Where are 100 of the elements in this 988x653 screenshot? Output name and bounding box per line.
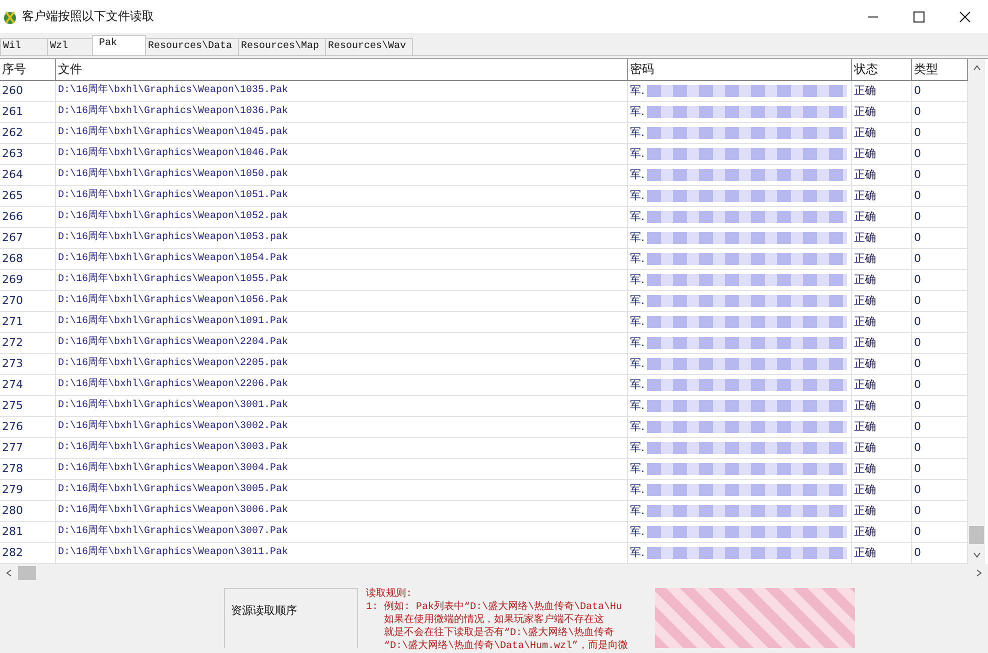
table-cell-text: 军. [630, 125, 644, 141]
table-cell: 正确 [852, 81, 912, 101]
table-cell: D:\16周年\bxhl\Graphics\Weapon\2206.Pak [56, 375, 628, 395]
scroll-left-icon[interactable] [4, 568, 14, 578]
column-header[interactable]: 密码 [628, 59, 852, 80]
vertical-scrollbar[interactable] [968, 59, 985, 564]
table-cell: 正确 [852, 396, 912, 416]
table-cell: 268 [0, 249, 56, 269]
table-cell: 正确 [852, 270, 912, 290]
scroll-down-icon[interactable] [972, 550, 982, 560]
table-cell: D:\16周年\bxhl\Graphics\Weapon\1036.Pak [56, 102, 628, 122]
rule-text: 就是不会在往下读取是否有“D:\盛大网络\热血传奇 [383, 627, 616, 640]
table-cell: 270 [0, 291, 56, 311]
table-cell: 271 [0, 312, 56, 332]
table-cell-text: 军. [630, 272, 644, 288]
table-cell-text: 军. [630, 503, 644, 519]
table-cell-text: 军. [630, 356, 644, 372]
table-cell: 正确 [852, 228, 912, 248]
table-cell: 263 [0, 144, 56, 164]
table-cell: D:\16周年\bxhl\Graphics\Weapon\1045.pak [56, 123, 628, 143]
table-cell: 278 [0, 459, 56, 479]
table-cell-text: 军. [630, 419, 644, 435]
column-header[interactable]: 状态 [852, 59, 912, 80]
table-cell: D:\16周年\bxhl\Graphics\Weapon\3002.Pak [56, 417, 628, 437]
table-cell: 正确 [852, 291, 912, 311]
table-cell: D:\16周年\bxhl\Graphics\Weapon\3001.Pak [56, 396, 628, 416]
table-cell: 272 [0, 333, 56, 353]
scroll-right-icon[interactable] [974, 568, 984, 578]
table-cell: 280 [0, 501, 56, 521]
table-cell: 正确 [852, 102, 912, 122]
table-cell: 267 [0, 228, 56, 248]
table-cell: D:\16周年\bxhl\Graphics\Weapon\3006.Pak [56, 501, 628, 521]
table-cell: 正确 [852, 123, 912, 143]
table-cell: D:\16周年\bxhl\Graphics\Weapon\1053.pak [56, 228, 628, 248]
table-cell: D:\16周年\bxhl\Graphics\Weapon\1055.Pak [56, 270, 628, 290]
table-cell: D:\16周年\bxhl\Graphics\Weapon\3003.Pak [56, 438, 628, 458]
table-cell: D:\16周年\bxhl\Graphics\Weapon\2205.pak [56, 354, 628, 374]
table-cell: D:\16周年\bxhl\Graphics\Weapon\3011.Pak [56, 543, 628, 563]
table-cell: 265 [0, 186, 56, 206]
table-cell-text: 军. [630, 482, 644, 498]
scroll-up-icon[interactable] [972, 63, 982, 73]
table-cell: D:\16周年\bxhl\Graphics\Weapon\1052.pak [56, 207, 628, 227]
table-cell: 274 [0, 375, 56, 395]
rule-text: 如果在使用微端的情况，如果玩家客户端不存在这 [383, 614, 605, 626]
table-cell: 273 [0, 354, 56, 374]
tab[interactable]: Wil [0, 38, 48, 55]
table-cell-text: 军. [630, 188, 644, 204]
column-header[interactable]: 序号 [0, 59, 56, 80]
table-cell: 279 [0, 480, 56, 500]
table-cell-text: 军. [630, 293, 644, 309]
table-cell: D:\16周年\bxhl\Graphics\Weapon\3007.Pak [56, 522, 628, 542]
table-cell-text: 军. [630, 104, 644, 120]
table-cell-text: 军. [630, 461, 644, 477]
table-cell: 正确 [852, 459, 912, 479]
table-cell: 正确 [852, 249, 912, 269]
table-cell-text: 军. [630, 146, 644, 162]
table-cell: 276 [0, 417, 56, 437]
table-cell: 正确 [852, 417, 912, 437]
table-cell: D:\16周年\bxhl\Graphics\Weapon\1051.Pak [56, 186, 628, 206]
table-cell-text: 军. [630, 440, 644, 456]
tab[interactable]: Resources\Wav [325, 38, 414, 55]
table-cell: 264 [0, 165, 56, 185]
table-cell: 269 [0, 270, 56, 290]
panel-label: 资源读取顺序 [231, 604, 297, 617]
table-cell: 266 [0, 207, 56, 227]
table-cell-text: 军. [630, 335, 644, 351]
table-cell: D:\16周年\bxhl\Graphics\Weapon\1046.Pak [56, 144, 628, 164]
table-cell: D:\16周年\bxhl\Graphics\Weapon\2204.Pak [56, 333, 628, 353]
rules-title: 读取规则: [366, 588, 414, 601]
table-cell-text: 军. [630, 524, 644, 540]
table-cell: 正确 [852, 543, 912, 563]
table-cell-text: 军. [630, 230, 644, 246]
table-cell: 正确 [852, 522, 912, 542]
table-cell-text: 军. [630, 398, 644, 414]
table-cell: 正确 [852, 144, 912, 164]
table-cell: 正确 [852, 207, 912, 227]
rule-text: 1: 例如: Pak列表中“D:\盛大网络\热血传奇\Data\Hu [366, 601, 624, 614]
table-cell: D:\16周年\bxhl\Graphics\Weapon\1056.Pak [56, 291, 628, 311]
table-cell: 275 [0, 396, 56, 416]
table-cell: 正确 [852, 312, 912, 332]
table-cell: D:\16周年\bxhl\Graphics\Weapon\1091.Pak [56, 312, 628, 332]
table-cell: 正确 [852, 375, 912, 395]
table-cell: 262 [0, 123, 56, 143]
table-cell-text: 军. [630, 209, 644, 225]
table-cell: D:\16周年\bxhl\Graphics\Weapon\1035.Pak [56, 81, 628, 101]
table-cell: 正确 [852, 165, 912, 185]
column-header[interactable]: 文件 [56, 59, 628, 80]
rule-text: “D:\盛大网络\热血传奇\Data\Hum.wzl”，而是向微 [383, 640, 628, 653]
tab[interactable]: Pak [92, 35, 146, 55]
scroll-thumb[interactable] [969, 526, 984, 544]
table-cell: 正确 [852, 333, 912, 353]
table-cell: 260 [0, 81, 56, 101]
table-cell: 281 [0, 522, 56, 542]
table-cell: D:\16周年\bxhl\Graphics\Weapon\3005.Pak [56, 480, 628, 500]
table-cell-text: 军. [630, 167, 644, 183]
table-cell-text: 军. [630, 377, 644, 393]
table-cell: 正确 [852, 480, 912, 500]
scroll-thumb[interactable] [18, 566, 36, 580]
table-cell-text: 军. [630, 314, 644, 330]
table-cell-text: 军. [630, 83, 644, 99]
